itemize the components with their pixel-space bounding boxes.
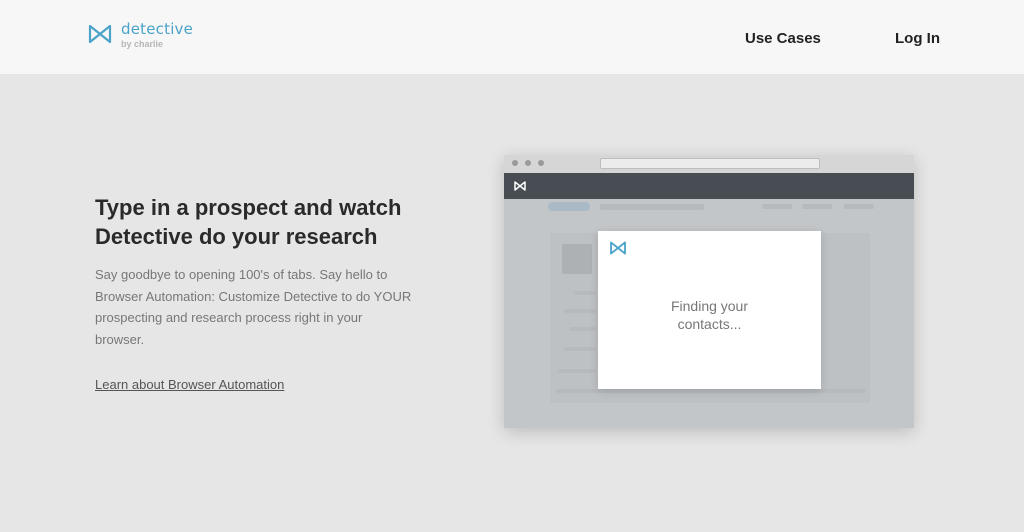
site-header: detective by charlie Use Cases Log In [0, 0, 1024, 74]
window-dot-icon [512, 160, 518, 166]
logo-subtitle: by charlie [121, 39, 164, 49]
hero-description: Say goodbye to opening 100's of tabs. Sa… [95, 267, 412, 347]
placeholder-bar [844, 204, 874, 209]
window-dot-icon [538, 160, 544, 166]
placeholder-line [556, 389, 866, 393]
window-dot-icon [525, 160, 531, 166]
finding-contacts-text: Finding your contacts... [598, 297, 821, 333]
hero-headline: Type in a prospect and watch Detective d… [95, 193, 435, 251]
headline-line-1: Type in a prospect and watch [95, 195, 402, 220]
logo-name: detective [121, 20, 194, 38]
headline-line-2: Detective do your research [95, 224, 378, 249]
nav-log-in[interactable]: Log In [895, 30, 940, 47]
modal-line-2: contacts... [677, 316, 742, 332]
browser-illustration: Finding your contacts... [504, 155, 914, 428]
modal-line-1: Finding your [670, 298, 749, 314]
placeholder-line [558, 369, 596, 373]
placeholder-line [570, 327, 596, 331]
placeholder-line [564, 347, 596, 351]
placeholder-tab [548, 202, 590, 211]
address-bar [600, 158, 820, 169]
bowtie-logo-icon [610, 241, 626, 255]
logo-text: detective by charlie [121, 22, 193, 49]
app-toolbar [504, 173, 914, 199]
placeholder-avatar [562, 244, 592, 274]
bowtie-logo-icon [514, 181, 526, 191]
logo-link[interactable]: detective by charlie [88, 22, 193, 49]
placeholder-bar [802, 204, 832, 209]
learn-browser-automation-link[interactable]: Learn about Browser Automation [95, 377, 284, 392]
placeholder-line [574, 291, 596, 295]
browser-titlebar [504, 155, 914, 173]
finding-contacts-modal: Finding your contacts... [598, 231, 821, 389]
nav-use-cases[interactable]: Use Cases [745, 30, 821, 47]
placeholder-line [564, 309, 596, 313]
bowtie-logo-icon [88, 24, 112, 44]
placeholder-bar [600, 204, 704, 210]
placeholder-bar [762, 204, 792, 209]
